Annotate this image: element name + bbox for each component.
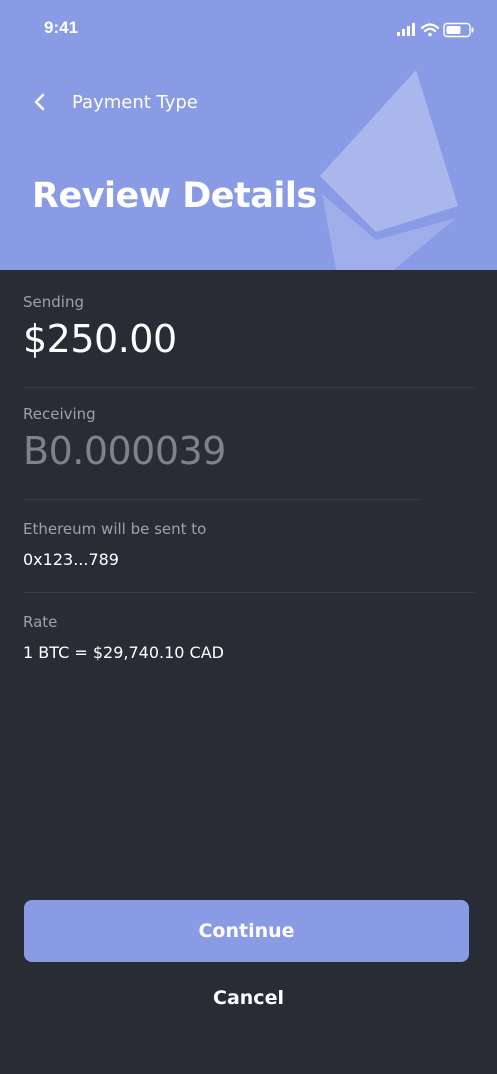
sending-label: Sending bbox=[23, 293, 84, 311]
page-title: Review Details bbox=[32, 176, 317, 216]
status-icons bbox=[397, 22, 474, 38]
sending-section: Sending $250.00 bbox=[23, 293, 177, 361]
sending-amount: $250.00 bbox=[23, 317, 177, 361]
receiving-section: Receiving B0.000039 bbox=[23, 405, 226, 473]
destination-address: 0x123...789 bbox=[23, 550, 119, 569]
wifi-icon bbox=[420, 23, 440, 37]
divider bbox=[23, 592, 475, 593]
status-time: 9:41 bbox=[44, 18, 79, 37]
rate-value: 1 BTC = $29,740.10 CAD bbox=[23, 643, 224, 662]
receiving-amount: B0.000039 bbox=[23, 429, 226, 473]
continue-button[interactable]: Continue bbox=[24, 900, 469, 962]
nav-bar: Payment Type bbox=[32, 86, 198, 118]
cellular-signal-icon bbox=[397, 23, 415, 36]
receiving-label: Receiving bbox=[23, 405, 96, 423]
divider bbox=[23, 499, 420, 500]
rate-label: Rate bbox=[23, 613, 58, 631]
back-label[interactable]: Payment Type bbox=[72, 92, 198, 113]
rate-section: Rate 1 BTC = $29,740.10 CAD bbox=[23, 613, 224, 662]
battery-icon bbox=[443, 22, 474, 38]
divider bbox=[23, 387, 475, 388]
back-button[interactable] bbox=[32, 86, 56, 118]
cancel-button[interactable]: Cancel bbox=[180, 980, 317, 1016]
header: 9:41 Payment Type Review Details bbox=[0, 0, 497, 270]
destination-section: Ethereum will be sent to 0x123...789 bbox=[23, 520, 206, 569]
ethereum-icon bbox=[320, 70, 458, 270]
destination-label: Ethereum will be sent to bbox=[23, 520, 207, 538]
chevron-left-icon bbox=[34, 93, 45, 111]
